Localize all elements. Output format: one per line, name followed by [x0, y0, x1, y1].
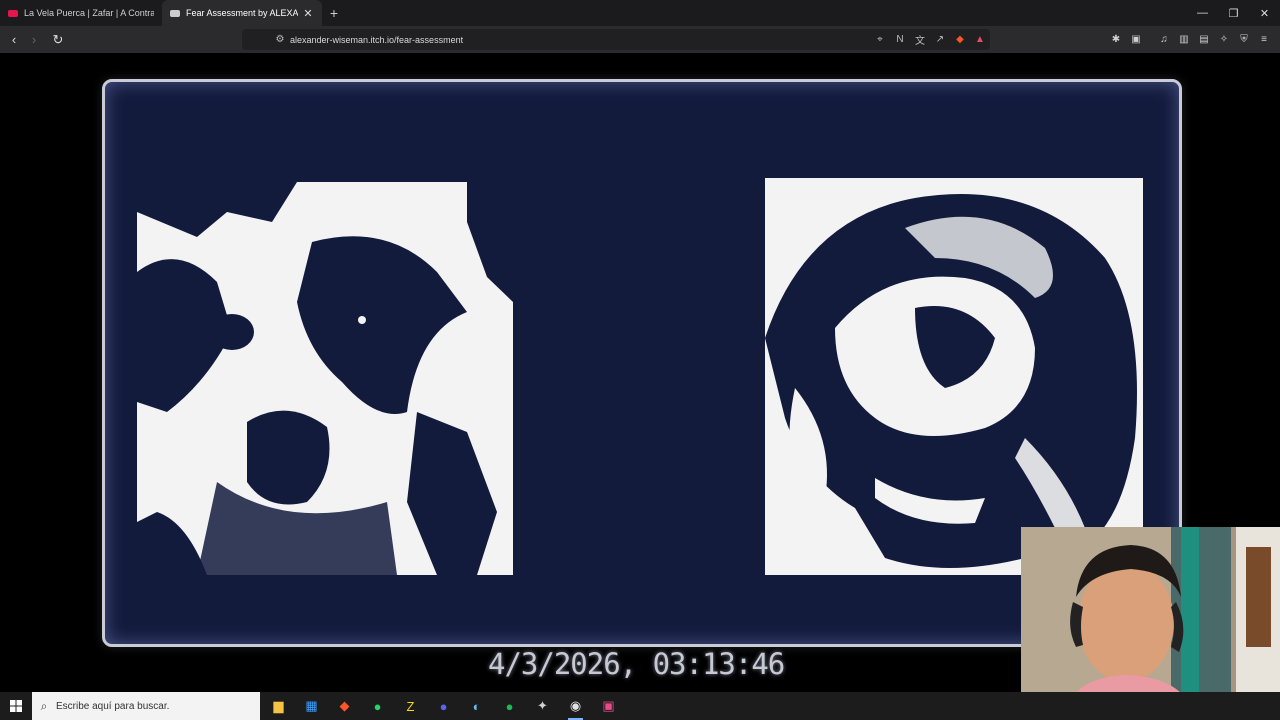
restore-button[interactable]: ❐: [1218, 0, 1249, 26]
address-bar[interactable]: ⚙ alexander-wiseman.itch.io/fear-assessm…: [242, 29, 990, 50]
taskbar-apps: ▆ ▦ ◆ ● Z ● ◐ ● ✦ ◉ ▣: [262, 692, 625, 720]
obs-icon[interactable]: ◉: [559, 692, 592, 720]
leo-ai-icon[interactable]: ✧: [1214, 30, 1234, 50]
screenshot-icon[interactable]: ▣: [1126, 30, 1146, 50]
whatsapp-icon[interactable]: ●: [361, 692, 394, 720]
zoom-or-app-icon[interactable]: Z: [394, 692, 427, 720]
windows-taskbar: ⌕ Escribe aquí para buscar. ▆ ▦ ◆ ● Z ● ◐ ● ✦ ◉ ▣: [0, 692, 1280, 720]
brave-rewards-icon[interactable]: ▲: [970, 30, 990, 50]
tab-title: Fear Assessment by ALEXANDER: [186, 8, 298, 18]
desktop: La Vela Puerca | Zafar | A Contraluz · F…: [0, 0, 1280, 720]
media-icon[interactable]: ♫: [1154, 30, 1174, 50]
tab-title: La Vela Puerca | Zafar | A Contraluz ·: [24, 8, 154, 18]
share-icon[interactable]: ↗: [930, 30, 950, 50]
game-timestamp: 4/3/2026, 03:13:46: [488, 647, 785, 681]
crt-screen: [102, 79, 1182, 647]
minimize-button[interactable]: —: [1187, 0, 1218, 26]
discord-icon[interactable]: ●: [427, 692, 460, 720]
menu-icon[interactable]: ≡: [1254, 30, 1274, 50]
search-placeholder: Escribe aquí para buscar.: [56, 700, 170, 712]
wallet-icon[interactable]: ▤: [1194, 30, 1214, 50]
store-icon[interactable]: ▦: [295, 692, 328, 720]
steam-icon[interactable]: ◐: [460, 692, 493, 720]
dog-face-image[interactable]: [137, 182, 513, 575]
fetus-ultrasound-image[interactable]: [765, 178, 1143, 575]
game-app-icon[interactable]: ✦: [526, 692, 559, 720]
toolbar-right: ✱ ▣ ♫ ▥ ▤ ✧ ⛨ ≡: [1106, 29, 1274, 50]
forward-button[interactable]: ›: [24, 30, 44, 50]
windows-icon: [10, 700, 22, 712]
reader-icon[interactable]: N: [890, 30, 910, 50]
site-settings-icon[interactable]: ⚙: [270, 30, 290, 50]
close-window-button[interactable]: ✕: [1249, 0, 1280, 26]
brave-shields-icon[interactable]: ◆: [950, 30, 970, 50]
url-text[interactable]: alexander-wiseman.itch.io/fear-assessmen…: [290, 35, 870, 45]
tab-fear-assessment[interactable]: Fear Assessment by ALEXANDER ✕: [162, 0, 322, 26]
location-icon[interactable]: ⌖: [870, 30, 890, 50]
back-button[interactable]: ‹: [4, 30, 24, 50]
capture-app-icon[interactable]: ▣: [592, 692, 625, 720]
brave-icon[interactable]: ◆: [328, 692, 361, 720]
window-controls: — ❐ ✕: [1187, 0, 1280, 26]
search-icon: ⌕: [40, 698, 48, 713]
youtube-icon: [8, 9, 18, 17]
translate-icon[interactable]: 文: [910, 30, 930, 50]
spotify-icon[interactable]: ●: [493, 692, 526, 720]
itch-icon: [170, 9, 180, 17]
extensions-icon[interactable]: ✱: [1106, 30, 1126, 50]
new-tab-button[interactable]: +: [322, 5, 346, 21]
vpn-icon[interactable]: ⛨: [1234, 30, 1254, 50]
file-explorer-icon[interactable]: ▆: [262, 692, 295, 720]
reload-button[interactable]: ↻: [48, 30, 68, 50]
browser-toolbar: ‹ › ↻ ⚑ ⚙ alexander-wiseman.itch.io/fear…: [0, 26, 1280, 53]
close-tab-icon[interactable]: ✕: [302, 7, 314, 20]
tab-strip: La Vela Puerca | Zafar | A Contraluz · F…: [0, 0, 1280, 26]
tab-youtube[interactable]: La Vela Puerca | Zafar | A Contraluz ·: [0, 0, 162, 26]
sidebar-icon[interactable]: ▥: [1174, 30, 1194, 50]
start-button[interactable]: [0, 692, 32, 720]
taskbar-search[interactable]: ⌕ Escribe aquí para buscar.: [32, 692, 260, 720]
